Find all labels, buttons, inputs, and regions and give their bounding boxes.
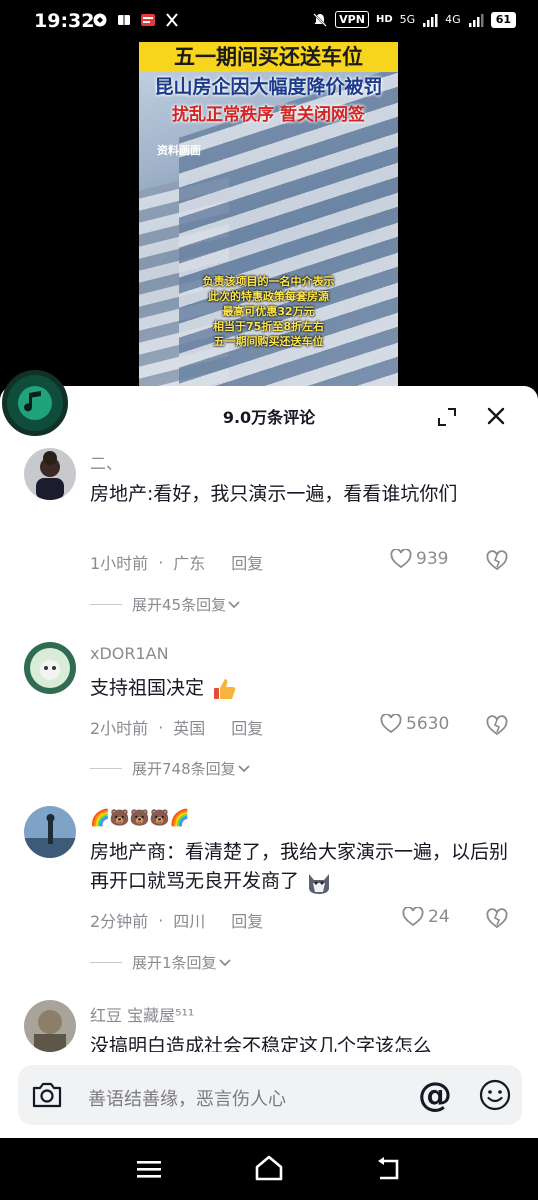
like-button[interactable]: 5630 [380, 714, 449, 734]
subtitle-line: 最高可优惠32万元 [222, 305, 315, 318]
like-count: 24 [428, 907, 450, 927]
meta-separator: · [158, 910, 164, 930]
chevron-down-icon [228, 600, 240, 608]
comment-time: 1小时前 [90, 554, 149, 573]
expand-divider [90, 962, 122, 963]
comment-author[interactable]: 🌈🐻🐻🐻🌈 [90, 808, 190, 827]
at-icon[interactable]: @ [418, 1077, 454, 1113]
comment-input-placeholder[interactable]: 善语结善缘，恶言伤人心 [88, 1085, 286, 1111]
comment-meta: 1小时前 · 广东 回复 [90, 550, 263, 574]
subtitle-line: 负责该项目的一名中介表示 [202, 275, 335, 288]
x-app-icon [166, 13, 178, 27]
book-icon [118, 15, 130, 25]
meta-separator: · [158, 717, 164, 737]
expand-replies-label: 展开45条回复 [132, 596, 227, 614]
comment-location: 英国 [173, 719, 206, 738]
video-headline-3: 扰乱正常秩序 暂关闭网签 [172, 105, 365, 125]
video-tag: 资料画面 [157, 144, 201, 157]
reply-button[interactable]: 回复 [231, 715, 263, 739]
thumbs-up-emoji-icon [214, 678, 236, 699]
reply-button[interactable]: 回复 [231, 550, 263, 574]
expand-divider [90, 768, 122, 769]
expand-divider [90, 604, 122, 605]
video-headline-2: 昆山房企因大幅度降价被罚 [154, 76, 383, 98]
smile-icon[interactable] [478, 1078, 512, 1112]
expand-replies-label: 展开748条回复 [132, 760, 236, 778]
back-icon[interactable] [376, 1156, 402, 1182]
expand-replies-label: 展开1条回复 [132, 954, 217, 972]
comment-author[interactable]: 红豆 宝藏屋⁵¹¹ [90, 1002, 194, 1026]
heart-icon [380, 714, 402, 734]
camera-icon[interactable] [30, 1080, 64, 1110]
video-headline-1: 五一期间买还送车位 [139, 42, 398, 72]
comment-time: 2分钟前 [90, 912, 149, 931]
comment-meta: 2小时前 · 英国 回复 [90, 715, 263, 739]
like-button[interactable]: 24 [402, 907, 450, 927]
status-time: 19:32 [34, 10, 95, 32]
music-icon [18, 386, 52, 420]
husky-emoji-icon [309, 873, 330, 894]
comment-time: 2小时前 [90, 719, 149, 738]
comment-author[interactable]: 二、 [90, 450, 122, 474]
comment-text-body: 房地产商：看清楚了，我给大家演示一遍，以后别再开口就骂无良开发商了 [90, 841, 509, 892]
expand-replies[interactable]: 展开748条回复 [90, 758, 252, 779]
expand-replies[interactable]: 展开45条回复 [90, 594, 242, 615]
like-count: 939 [416, 549, 449, 569]
avatar[interactable] [24, 448, 76, 500]
battery-indicator: 61 [490, 11, 516, 28]
comment-text: 房地产:看好，我只演示一遍，看看谁坑你们 [90, 483, 458, 505]
avatar[interactable] [24, 642, 76, 694]
heart-icon [390, 549, 412, 569]
dislike-icon[interactable] [486, 715, 508, 737]
status-bar: 19:32 VPN HD 5G 4G 61 [0, 0, 538, 42]
reply-button[interactable]: 回复 [231, 908, 263, 932]
video-player[interactable]: 五一期间买还送车位 昆山房企因大幅度降价被罚 扰乱正常秩序 暂关闭网签 资料画面… [139, 42, 398, 392]
mute-icon [313, 12, 327, 27]
expand-icon[interactable] [436, 406, 458, 428]
dislike-icon[interactable] [486, 550, 508, 572]
status-right-icons: VPN HD 5G 4G 61 [312, 11, 516, 28]
dislike-icon[interactable] [486, 908, 508, 930]
home-icon[interactable] [254, 1154, 284, 1182]
vpn-badge: VPN [335, 11, 369, 28]
like-button[interactable]: 939 [390, 549, 448, 569]
comment-text-body: 支持祖国决定 [90, 677, 205, 699]
music-float-button[interactable] [2, 370, 68, 436]
chevron-down-icon [218, 958, 231, 966]
status-left-icons [92, 12, 180, 28]
news-app-icon [141, 14, 155, 26]
signal-icon [423, 13, 438, 27]
like-count: 5630 [406, 714, 450, 734]
comment-meta: 2分钟前 · 四川 回复 [90, 908, 263, 932]
comment-text: 支持祖国决定 [90, 674, 510, 703]
avatar[interactable] [24, 806, 76, 858]
comment-author[interactable]: xDOR1AN [90, 644, 169, 663]
app-notification-icon [93, 13, 107, 27]
system-nav-bar [0, 1138, 538, 1200]
video-subtitles: 负责该项目的一名中介表示 此次的特惠政策每套房源 最高可优惠32万元 相当于75… [139, 274, 398, 349]
menu-icon[interactable] [136, 1159, 162, 1179]
comment-location: 四川 [173, 912, 206, 931]
net2-label: 4G [445, 13, 461, 26]
expand-replies[interactable]: 展开1条回复 [90, 952, 233, 973]
comment-input-bar: 善语结善缘，恶言伤人心 @ [0, 1052, 538, 1138]
comment-location: 广东 [173, 554, 206, 573]
heart-icon [402, 907, 424, 927]
subtitle-line: 五一期间购买还送车位 [213, 335, 324, 348]
subtitle-line: 此次的特惠政策每套房源 [208, 290, 329, 303]
signal-icon-2 [468, 13, 484, 27]
comment-text: 房地产商：看清楚了，我给大家演示一遍，以后别再开口就骂无良开发商了 [90, 838, 510, 896]
avatar[interactable] [24, 1000, 76, 1052]
chevron-down-icon [238, 764, 250, 772]
subtitle-line: 相当于75折至8折左右 [213, 320, 324, 333]
meta-separator: · [158, 552, 164, 572]
comment-sheet: 9.0万条评论 二、 房地产:看好，我只演示一遍，看看谁坑你们 1小时前 · 广… [0, 386, 538, 1138]
close-icon[interactable] [484, 404, 508, 428]
hd-badge: HD [375, 14, 393, 25]
net1-label: 5G [399, 13, 416, 26]
